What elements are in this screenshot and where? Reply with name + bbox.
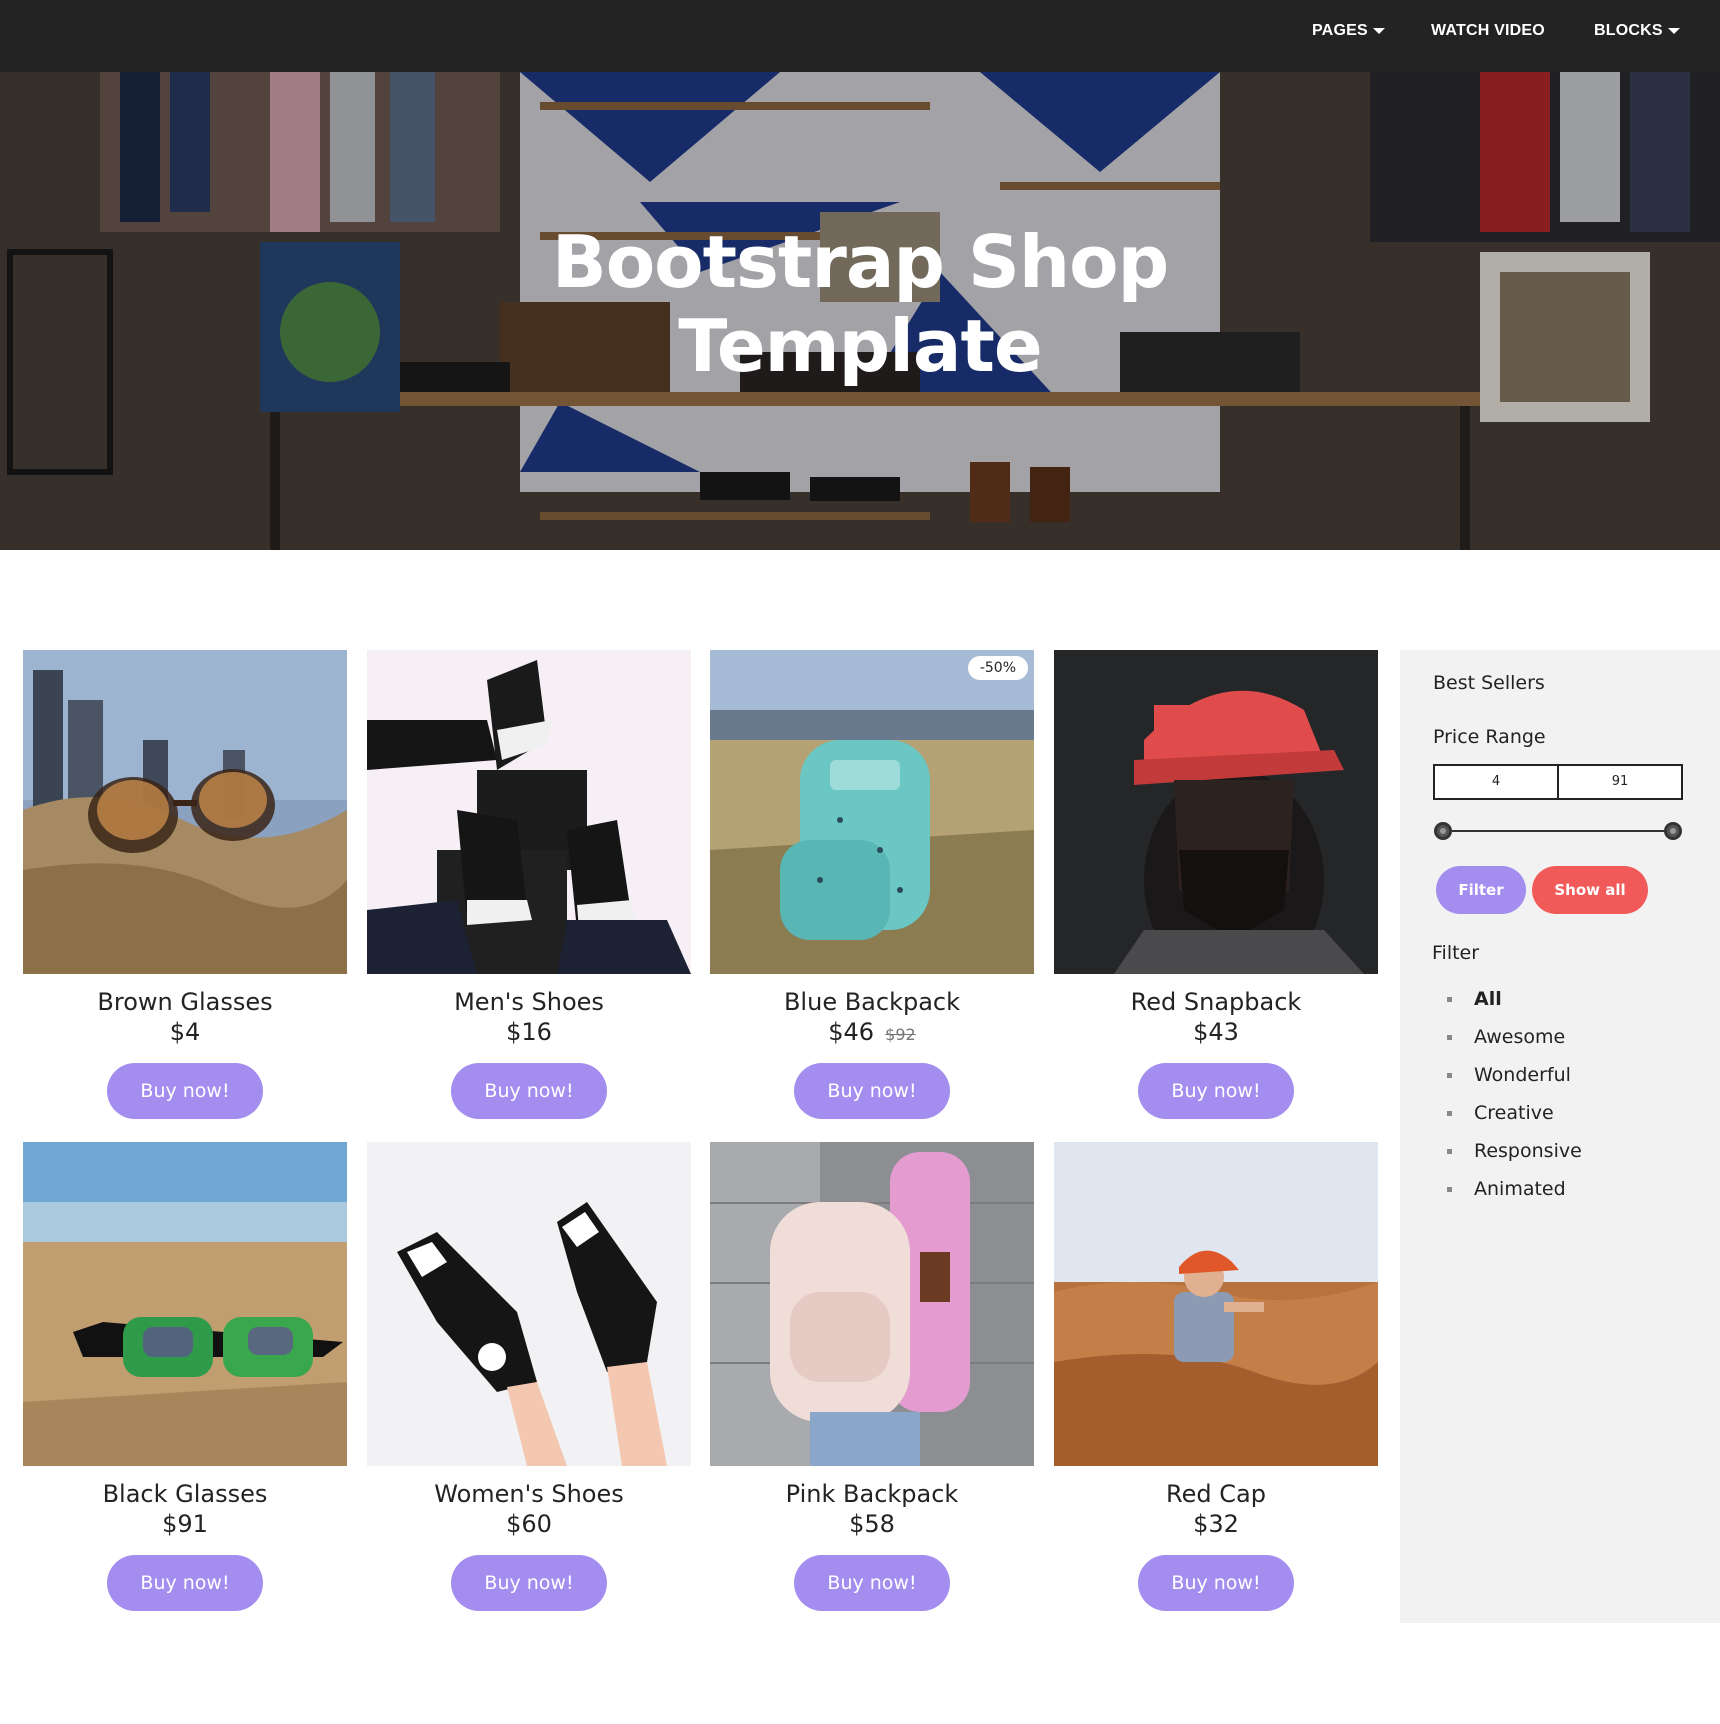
- product-price: $43: [1193, 1018, 1239, 1046]
- price-range-label: Price Range: [1433, 726, 1546, 748]
- nav-blocks-label: BLOCKS: [1594, 22, 1663, 39]
- buy-now-button[interactable]: Buy now!: [1138, 1555, 1294, 1611]
- product-card: Black Glasses $91 Buy now!: [23, 1142, 347, 1611]
- product-name: Women's Shoes: [434, 1480, 624, 1508]
- product-image-blue-backpack[interactable]: -50%: [710, 650, 1034, 974]
- product-price: $46: [828, 1018, 875, 1046]
- nav-pages-dropdown[interactable]: PAGES: [1312, 22, 1385, 40]
- nav-watch-video[interactable]: WATCH VIDEO: [1431, 22, 1545, 40]
- nav-blocks-dropdown[interactable]: BLOCKS: [1594, 22, 1680, 40]
- product-price: $4: [169, 1018, 201, 1046]
- discount-badge: -50%: [967, 656, 1028, 680]
- product-price-row: $32: [1054, 1510, 1378, 1541]
- price-range-inputs: 4 91: [1433, 764, 1683, 800]
- buy-now-button[interactable]: Buy now!: [451, 1063, 607, 1119]
- filter-item-label: Animated: [1474, 1178, 1566, 1200]
- hero-banner: Bootstrap Shop Template: [0, 72, 1720, 550]
- filter-item-creative[interactable]: Creative: [1447, 1094, 1582, 1132]
- product-card: Pink Backpack $58 Buy now!: [710, 1142, 1034, 1611]
- product-name: Pink Backpack: [785, 1480, 959, 1508]
- product-card: Women's Shoes $60 Buy now!: [367, 1142, 691, 1611]
- buy-now-button[interactable]: Buy now!: [451, 1555, 607, 1611]
- best-sellers-link[interactable]: Best Sellers: [1433, 672, 1545, 694]
- product-price-row: $58: [710, 1510, 1034, 1541]
- filter-item-responsive[interactable]: Responsive: [1447, 1132, 1582, 1170]
- hero-title-line2: Template: [678, 304, 1042, 388]
- product-price: $91: [162, 1510, 208, 1538]
- filter-heading: Filter: [1432, 942, 1480, 964]
- filter-item-animated[interactable]: Animated: [1447, 1170, 1582, 1208]
- filter-item-label: Awesome: [1474, 1026, 1566, 1048]
- product-card: Red Snapback $43 Buy now!: [1054, 650, 1378, 1119]
- bullet-icon: [1447, 1072, 1452, 1078]
- product-price-row: $43: [1054, 1018, 1378, 1049]
- product-price: $58: [849, 1510, 895, 1538]
- buy-now-button[interactable]: Buy now!: [107, 1063, 263, 1119]
- nav-pages-label: PAGES: [1312, 22, 1368, 39]
- show-all-button[interactable]: Show all: [1532, 866, 1648, 914]
- product-price-row: $60: [367, 1510, 691, 1541]
- bullet-icon: [1447, 996, 1452, 1002]
- price-slider-max-handle[interactable]: [1664, 822, 1682, 840]
- product-image-black-glasses[interactable]: [23, 1142, 347, 1466]
- price-slider-track[interactable]: [1443, 830, 1673, 832]
- product-price-row: $46 $92: [710, 1018, 1034, 1049]
- filter-button[interactable]: Filter: [1436, 866, 1526, 914]
- product-image-pink-backpack[interactable]: [710, 1142, 1034, 1466]
- product-image-mens-shoes[interactable]: [367, 650, 691, 974]
- nav-watch-video-label: WATCH VIDEO: [1431, 22, 1545, 39]
- product-card: Men's Shoes $16 Buy now!: [367, 650, 691, 1119]
- bullet-icon: [1447, 1034, 1452, 1040]
- top-navbar: PAGES WATCH VIDEO BLOCKS: [0, 0, 1720, 72]
- product-image-brown-glasses[interactable]: [23, 650, 347, 974]
- product-price: $60: [506, 1510, 552, 1538]
- product-image-womens-shoes[interactable]: [367, 1142, 691, 1466]
- product-card: -50% Blue Backpack $46 $92 Buy now!: [710, 650, 1034, 1119]
- product-name: Blue Backpack: [783, 988, 961, 1016]
- filter-item-label: Responsive: [1474, 1140, 1582, 1162]
- product-name: Red Cap: [1166, 1480, 1266, 1508]
- product-price: $32: [1193, 1510, 1239, 1538]
- product-card: Red Cap $32 Buy now!: [1054, 1142, 1378, 1611]
- filter-item-label: All: [1474, 988, 1502, 1010]
- filter-item-wonderful[interactable]: Wonderful: [1447, 1056, 1582, 1094]
- filter-item-label: Creative: [1474, 1102, 1554, 1124]
- filter-category-list: All Awesome Wonderful Creative Responsiv…: [1447, 980, 1582, 1208]
- product-price-row: $16: [367, 1018, 691, 1049]
- bullet-icon: [1447, 1148, 1452, 1154]
- product-name: Men's Shoes: [454, 988, 604, 1016]
- filter-item-label: Wonderful: [1474, 1064, 1571, 1086]
- filter-item-awesome[interactable]: Awesome: [1447, 1018, 1582, 1056]
- product-name: Brown Glasses: [97, 988, 273, 1016]
- buy-now-button[interactable]: Buy now!: [794, 1555, 950, 1611]
- price-max-input[interactable]: 91: [1557, 766, 1681, 798]
- caret-down-icon: [1372, 28, 1385, 34]
- shop-sidebar: Best Sellers Price Range 4 91 Filter Sho…: [1400, 650, 1720, 1623]
- buy-now-button[interactable]: Buy now!: [1138, 1063, 1294, 1119]
- price-min-input[interactable]: 4: [1435, 766, 1557, 798]
- bullet-icon: [1447, 1186, 1452, 1192]
- caret-down-icon: [1667, 28, 1680, 34]
- product-price: $16: [506, 1018, 552, 1046]
- product-old-price: $92: [885, 1025, 916, 1044]
- filter-item-all[interactable]: All: [1447, 980, 1582, 1018]
- product-image-red-cap[interactable]: [1054, 1142, 1378, 1466]
- product-price-row: $91: [23, 1510, 347, 1541]
- bullet-icon: [1447, 1110, 1452, 1116]
- product-image-red-snapback[interactable]: [1054, 650, 1378, 974]
- product-card: Brown Glasses $4 Buy now!: [23, 650, 347, 1119]
- hero-title: Bootstrap Shop Template: [0, 220, 1720, 388]
- product-price-row: $4: [23, 1018, 347, 1049]
- buy-now-button[interactable]: Buy now!: [107, 1555, 263, 1611]
- buy-now-button[interactable]: Buy now!: [794, 1063, 950, 1119]
- price-slider-min-handle[interactable]: [1434, 822, 1452, 840]
- product-name: Red Snapback: [1130, 988, 1302, 1016]
- hero-title-line1: Bootstrap Shop: [551, 220, 1169, 304]
- product-name: Black Glasses: [102, 1480, 268, 1508]
